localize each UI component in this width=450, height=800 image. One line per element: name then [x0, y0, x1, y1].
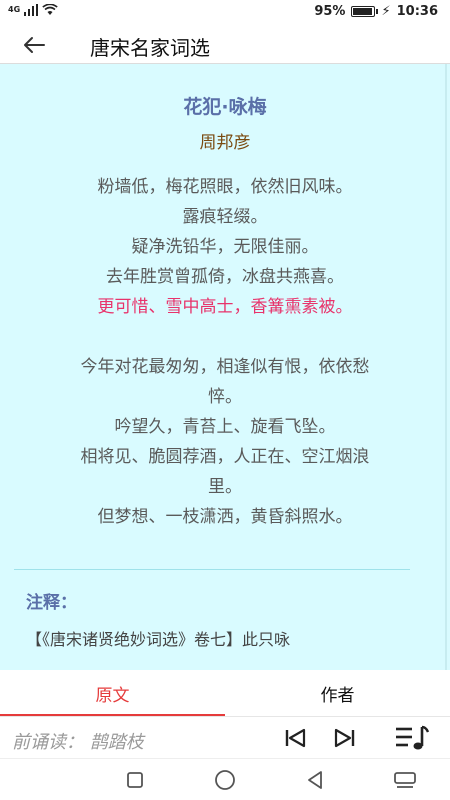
keyboard-hide-icon: [394, 772, 416, 788]
signal-icon: [24, 4, 39, 16]
tab-author[interactable]: 作者: [225, 670, 450, 716]
arrow-left-icon: [24, 37, 45, 53]
triangle-back-icon: [308, 771, 322, 789]
now-playing-text[interactable]: 前诵读： 鹊踏枝: [12, 728, 144, 754]
wifi-icon: [42, 4, 58, 15]
poem-line: 但梦想、一枝潇洒，黄昏斜照水。: [97, 507, 353, 527]
circle-icon: [215, 770, 235, 790]
playlist-button[interactable]: [392, 723, 432, 753]
poem-author[interactable]: 周邦彦: [0, 128, 450, 153]
poem-line: [20, 322, 430, 352]
poem-line: 今年对花最匆匆，相逢似有恨，依依愁: [80, 357, 370, 377]
note-text: 【《唐宋诸贤绝妙词选》卷七】此只咏: [26, 630, 291, 649]
nav-keyboard-button[interactable]: [390, 767, 420, 793]
nav-recent-button[interactable]: [120, 767, 150, 793]
poem-title: 花犯·咏梅: [183, 96, 267, 118]
back-button[interactable]: [18, 30, 50, 60]
previous-button[interactable]: [280, 723, 310, 753]
page-title: 唐宋名家词选: [90, 36, 210, 60]
playlist-music-icon: [396, 725, 430, 750]
clock: 10:36: [396, 4, 438, 19]
note-label: 注释：: [26, 593, 77, 613]
nav-back-button[interactable]: [300, 767, 330, 793]
poem-line: 悴。: [208, 387, 242, 407]
network-type: 4G: [8, 5, 21, 14]
battery-percent: 95%: [314, 4, 346, 19]
poem-line: 吟望久，青苔上、旋看飞坠。: [114, 417, 336, 437]
skip-previous-icon: [285, 728, 306, 748]
audio-player-bar: 前诵读： 鹊踏枝: [0, 716, 450, 758]
poem-line: 里。: [208, 477, 242, 497]
tab-bar: 原文 作者: [0, 670, 450, 716]
poem-line-highlighted: 更可惜、雪中高士，香篝熏素被。: [97, 297, 353, 317]
poem-line: 相将见、脆圆荐酒，人正在、空江烟浪: [80, 447, 370, 467]
poem-lines: 粉墙低，梅花照眼，依然旧风味。 露痕轻缀。疑净洗铅华，无限佳丽。去年胜赏曾孤倚，冰…: [20, 172, 430, 532]
charging-icon: ⚡: [381, 4, 391, 19]
nav-home-button[interactable]: [210, 767, 240, 793]
system-nav-bar: [0, 758, 450, 800]
poem-line: 粉墙低，梅花照眼，依然旧风味。: [97, 177, 353, 197]
poem-content[interactable]: 花犯·咏梅 周邦彦 粉墙低，梅花照眼，依然旧风味。 露痕轻缀。疑净洗铅华，无限佳丽…: [0, 64, 450, 670]
tab-original-text[interactable]: 原文: [0, 670, 225, 716]
poem-line: 露痕轻缀。: [182, 207, 268, 227]
poem-line: 疑净洗铅华，无限佳丽。: [131, 237, 319, 257]
poem-line: 去年胜赏曾孤倚，冰盘共燕喜。: [106, 267, 344, 287]
status-bar: 4G 95% ⚡ 10:36: [0, 0, 450, 26]
divider: [14, 569, 410, 570]
battery-icon: [351, 6, 379, 17]
skip-next-icon: [334, 728, 355, 748]
next-button[interactable]: [330, 723, 360, 753]
square-icon: [127, 772, 143, 788]
scrollbar[interactable]: [445, 64, 447, 670]
app-header: 唐宋名家词选: [0, 26, 450, 64]
